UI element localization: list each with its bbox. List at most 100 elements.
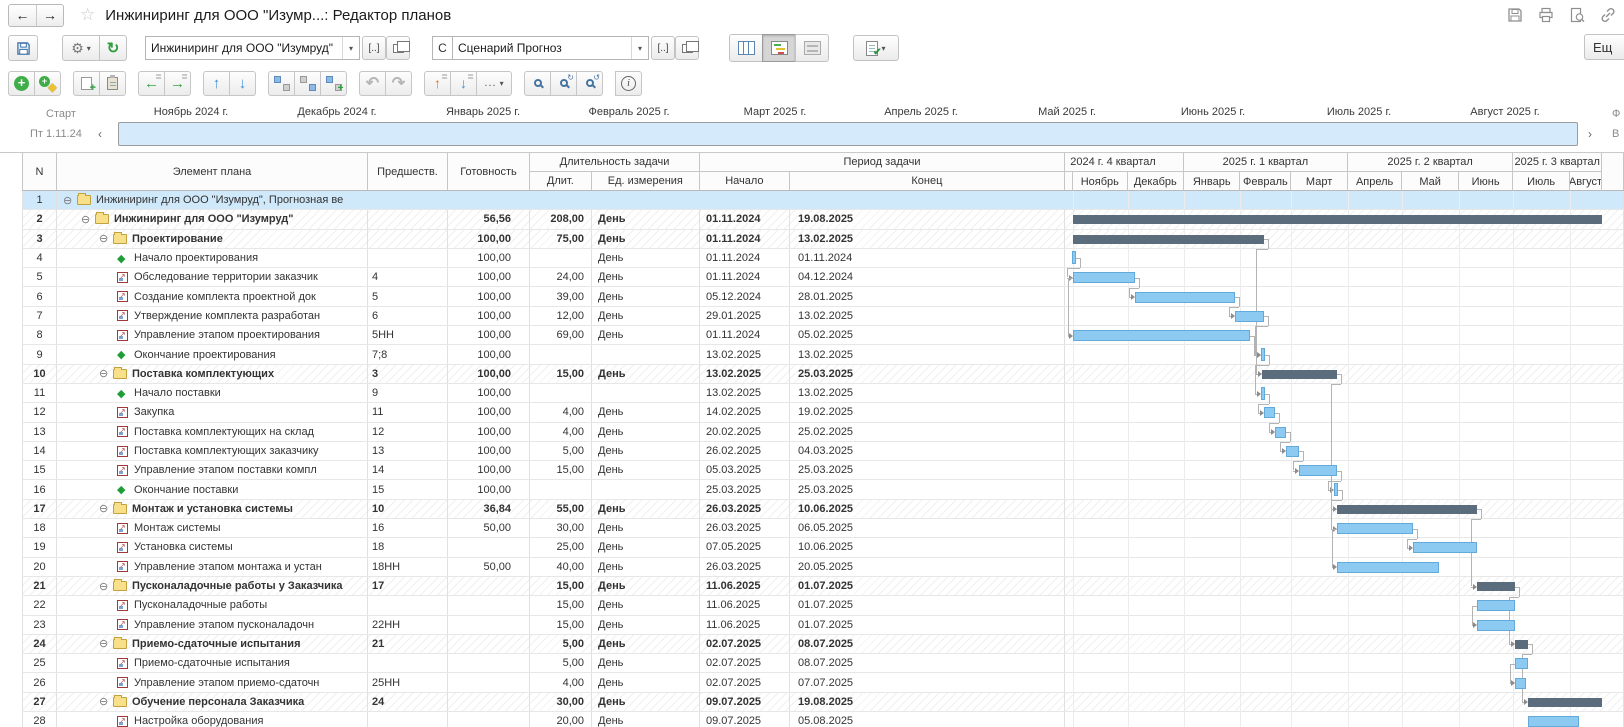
gantt-month-label[interactable]: Май — [1402, 172, 1458, 191]
info-button[interactable]: i — [615, 71, 642, 96]
search-button[interactable] — [524, 71, 551, 96]
cell-readiness[interactable]: 100,00 — [448, 307, 530, 325]
cell-duration[interactable]: 24,00 — [530, 268, 592, 286]
indent-button[interactable]: ≣→ — [164, 71, 191, 96]
cell-end[interactable]: 19.08.2025 — [790, 693, 1065, 711]
gantt-bar[interactable] — [1477, 600, 1515, 611]
cell-duration[interactable]: 40,00 — [530, 558, 592, 576]
cell-element[interactable]: ⊖Инжиниринг для ООО "Изумруд" — [57, 210, 368, 228]
gantt-bar[interactable] — [1477, 620, 1515, 631]
header-predecessors[interactable]: Предшеств. — [368, 153, 448, 190]
cell-element[interactable]: Поставка комплектующих на склад — [57, 423, 368, 441]
print-icon[interactable] — [1538, 7, 1554, 23]
cell-element[interactable]: ⊖Инжиниринг для ООО "Изумруд", Прогнозна… — [57, 191, 1624, 209]
save-button[interactable] — [8, 35, 38, 61]
cell-duration[interactable]: 75,00 — [530, 230, 592, 248]
cell-end[interactable]: 10.06.2025 — [790, 500, 1065, 518]
cell-element[interactable]: Монтаж системы — [57, 519, 368, 537]
cell-end[interactable]: 05.08.2025 — [790, 712, 1065, 727]
cell-readiness[interactable]: 100,00 — [448, 403, 530, 421]
cell-readiness[interactable] — [448, 596, 530, 614]
table-row[interactable]: 14Поставка комплектующих заказчику13100,… — [22, 442, 1624, 461]
gantt-bar[interactable] — [1073, 215, 1602, 224]
cell-start[interactable]: 02.07.2025 — [700, 673, 790, 691]
cell-unit[interactable] — [592, 345, 700, 363]
cell-end[interactable]: 25.03.2025 — [790, 480, 1065, 498]
cell-readiness[interactable] — [448, 635, 530, 653]
cell-predecessors[interactable]: 17 — [368, 577, 448, 595]
cell-predecessors[interactable]: 4 — [368, 268, 448, 286]
gantt-bar[interactable] — [1264, 407, 1275, 418]
cell-unit[interactable]: День — [592, 558, 700, 576]
cell-predecessors[interactable]: 18НН — [368, 558, 448, 576]
cell-element[interactable]: Управление этапом монтажа и устан — [57, 558, 368, 576]
cell-unit[interactable]: День — [592, 673, 700, 691]
header-n[interactable]: N — [22, 153, 57, 190]
gantt-bar[interactable] — [1515, 678, 1526, 689]
gantt-bar[interactable] — [1261, 387, 1265, 400]
cell-duration[interactable]: 4,00 — [530, 673, 592, 691]
gantt-bar[interactable] — [1515, 640, 1528, 649]
collapse-icon[interactable]: ⊖ — [81, 213, 95, 226]
cell-predecessors[interactable]: 22НН — [368, 616, 448, 634]
gantt-bar[interactable] — [1528, 698, 1602, 707]
scenario-dropdown-icon[interactable]: ▾ — [631, 37, 648, 59]
cell-element[interactable]: Пусконаладочные работы — [57, 596, 368, 614]
gantt-quarter-label[interactable]: 2025 г. 1 квартал — [1184, 153, 1348, 172]
forward-button[interactable]: → — [36, 5, 63, 26]
cell-unit[interactable]: День — [592, 365, 700, 383]
cell-end[interactable]: 13.02.2025 — [790, 384, 1065, 402]
plan-input[interactable] — [146, 37, 342, 59]
cell-end[interactable]: 10.06.2025 — [790, 538, 1065, 556]
cell-start[interactable]: 13.02.2025 — [700, 345, 790, 363]
cell-element[interactable]: Закупка — [57, 403, 368, 421]
cell-start[interactable]: 02.07.2025 — [700, 654, 790, 672]
cell-start[interactable]: 09.07.2025 — [700, 693, 790, 711]
move-down-button[interactable]: ↓ — [229, 71, 256, 96]
cell-unit[interactable]: День — [592, 577, 700, 595]
gantt-month-label[interactable]: Март — [1291, 172, 1347, 191]
table-row[interactable]: 27⊖Обучение персонала Заказчика2430,00Де… — [22, 693, 1624, 712]
scenario-open-button[interactable] — [675, 36, 699, 60]
refresh-button[interactable]: ↻ — [99, 35, 127, 61]
move-up-button[interactable]: ↑ — [203, 71, 230, 96]
cell-unit[interactable]: День — [592, 616, 700, 634]
cell-readiness[interactable] — [448, 673, 530, 691]
cell-duration[interactable]: 5,00 — [530, 442, 592, 460]
redo-button[interactable]: ↷ — [385, 71, 412, 96]
cell-start[interactable]: 26.03.2025 — [700, 558, 790, 576]
more-button[interactable]: Ещ — [1584, 34, 1624, 60]
cell-predecessors[interactable]: 25НН — [368, 673, 448, 691]
table-row[interactable]: 21⊖Пусконаладочные работы у Заказчика171… — [22, 577, 1624, 596]
cell-readiness[interactable] — [448, 538, 530, 556]
cell-start[interactable]: 01.11.2024 — [700, 326, 790, 344]
cell-readiness[interactable]: 100,00 — [448, 384, 530, 402]
gantt-bar[interactable] — [1072, 251, 1076, 264]
cell-predecessors[interactable]: 10 — [368, 500, 448, 518]
timeline-next-button[interactable]: › — [1588, 127, 1592, 141]
cell-readiness[interactable]: 100,00 — [448, 287, 530, 305]
header-element[interactable]: Элемент плана — [57, 153, 368, 190]
search-prev-button[interactable]: ↺ — [576, 71, 603, 96]
cell-start[interactable]: 05.12.2024 — [700, 287, 790, 305]
cell-start[interactable]: 26.03.2025 — [700, 500, 790, 518]
cell-readiness[interactable]: 100,00 — [448, 345, 530, 363]
cell-start[interactable]: 26.02.2025 — [700, 442, 790, 460]
cell-unit[interactable]: День — [592, 635, 700, 653]
gantt-month-label[interactable]: Апрель — [1348, 172, 1403, 191]
save-icon[interactable] — [1507, 7, 1523, 23]
gantt-bar[interactable] — [1073, 272, 1135, 283]
gantt-bar[interactable] — [1135, 292, 1235, 303]
cell-predecessors[interactable] — [368, 596, 448, 614]
cell-end[interactable]: 06.05.2025 — [790, 519, 1065, 537]
cell-end[interactable]: 25.02.2025 — [790, 423, 1065, 441]
table-row[interactable]: 23Управление этапом пусконаладочн22НН15,… — [22, 616, 1624, 635]
cell-readiness[interactable]: 100,00 — [448, 230, 530, 248]
gear-button[interactable]: ⚙ ▾ — [62, 35, 100, 61]
cell-element[interactable]: Обследование территории заказчик — [57, 268, 368, 286]
cell-duration[interactable]: 208,00 — [530, 210, 592, 228]
view-table-button[interactable] — [729, 34, 763, 62]
cell-duration[interactable]: 4,00 — [530, 403, 592, 421]
cell-end[interactable]: 01.07.2025 — [790, 616, 1065, 634]
table-row[interactable]: 25Приемо-сдаточные испытания5,00День02.0… — [22, 654, 1624, 673]
